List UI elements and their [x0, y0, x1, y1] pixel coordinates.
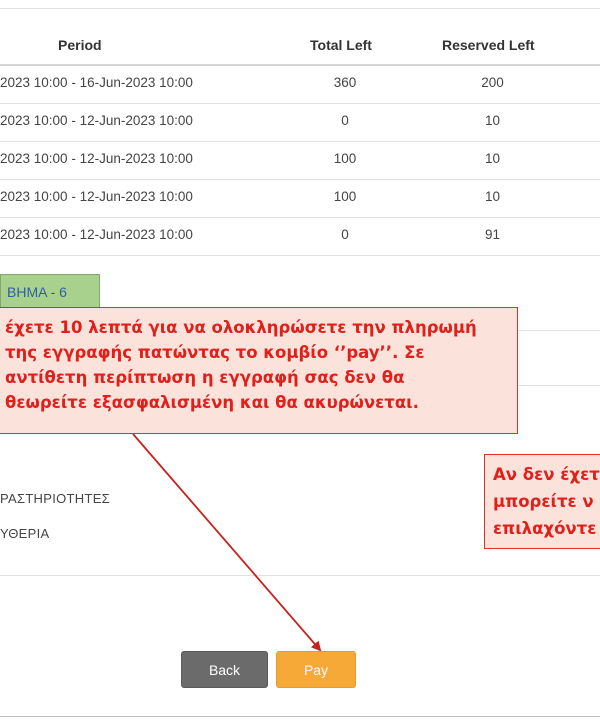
callout-line: θεωρείτε εξασφαλισμένη και θα ακυρώνεται…: [5, 393, 419, 412]
step-tag: ΒΗΜΑ - 6: [0, 274, 100, 310]
bottom-border: [0, 716, 600, 717]
callout-line: έχετε 10 λεπτά για να ολοκληρώσετε την π…: [5, 318, 477, 337]
total-left-cell: 0: [341, 113, 349, 128]
total-left-cell: 100: [333, 151, 357, 166]
table-row: 2023 10:00 - 12-Jun-2023 10:00 0 10: [0, 103, 600, 141]
pay-button[interactable]: Pay: [276, 651, 356, 688]
section-divider: [515, 330, 600, 331]
top-border: [0, 8, 600, 9]
column-header-reserved-left[interactable]: Reserved Left: [442, 37, 535, 53]
reserved-left-cell: 10: [484, 113, 501, 128]
row-divider: [0, 255, 600, 256]
back-button[interactable]: Back: [181, 651, 268, 688]
reserved-left-cell: 200: [481, 75, 504, 90]
callout-line: επιλαχόντε: [493, 519, 597, 538]
total-left-cell: 100: [333, 189, 357, 204]
total-left-cell: 0: [341, 227, 349, 242]
table-row: 2023 10:00 - 12-Jun-2023 10:00 0 91: [0, 217, 600, 255]
activities-label: ΡΑΣΤΗΡΙΟΤΗΤΕΣ: [0, 491, 111, 506]
column-header-period[interactable]: Period: [58, 37, 102, 53]
total-left-cell: 360: [333, 75, 357, 90]
waitlist-callout: Αν δεν έχετ μπορείτε ν επιλαχόντε: [484, 454, 600, 549]
table-row: 2023 10:00 - 16-Jun-2023 10:00 360 200: [0, 65, 600, 103]
table-row: 2023 10:00 - 12-Jun-2023 10:00 100 10: [0, 141, 600, 179]
period-cell: 2023 10:00 - 16-Jun-2023 10:00: [0, 75, 193, 90]
section-divider: [0, 575, 600, 576]
period-cell: 2023 10:00 - 12-Jun-2023 10:00: [0, 227, 193, 242]
reserved-left-cell: 91: [484, 227, 501, 242]
freedom-label: ΥΘΕΡΙΑ: [0, 526, 50, 541]
reserved-left-cell: 10: [484, 189, 501, 204]
callout-line: αντίθετη περίπτωση η εγγραφή σας δεν θα: [5, 368, 405, 387]
period-cell: 2023 10:00 - 12-Jun-2023 10:00: [0, 151, 193, 166]
callout-line: μπορείτε ν: [493, 492, 594, 511]
reserved-left-cell: 10: [484, 151, 501, 166]
payment-timeout-callout: έχετε 10 λεπτά για να ολοκληρώσετε την π…: [0, 307, 518, 434]
table-row: 2023 10:00 - 12-Jun-2023 10:00 100 10: [0, 179, 600, 217]
callout-line: της εγγραφής πατώντας το κομβίο ‘’pay’’.…: [5, 343, 425, 362]
period-cell: 2023 10:00 - 12-Jun-2023 10:00: [0, 113, 193, 128]
callout-line: Αν δεν έχετ: [493, 465, 600, 484]
period-cell: 2023 10:00 - 12-Jun-2023 10:00: [0, 189, 193, 204]
column-header-total-left[interactable]: Total Left: [310, 37, 372, 53]
